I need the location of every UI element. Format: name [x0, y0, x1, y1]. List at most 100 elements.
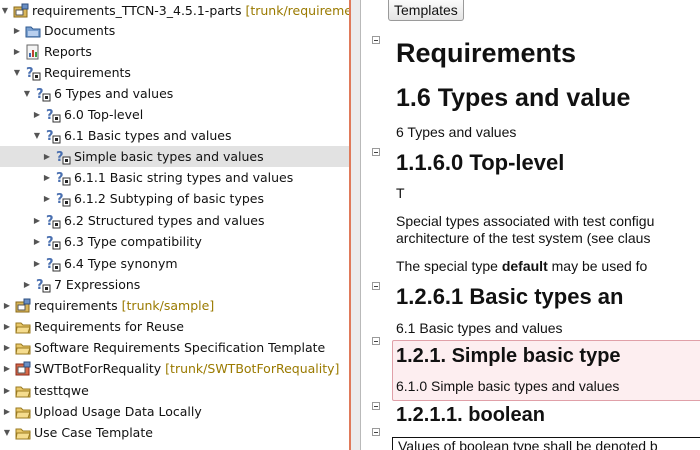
expand-arrow-icon[interactable]: ▶ [32, 253, 42, 274]
tree-item-label: requirements [34, 298, 118, 313]
tree-item-expressions[interactable]: ▶ ? 7 Expressions [0, 274, 351, 295]
expand-arrow-icon[interactable]: ▶ [12, 41, 22, 62]
requirement-icon: ? [45, 128, 61, 144]
tree-item-label: 6.0 Top-level [64, 107, 144, 122]
document-title: Requirements [396, 38, 577, 68]
expand-arrow-icon[interactable]: ▶ [42, 146, 52, 167]
tree-item-type-synonym[interactable]: ▶ ? 6.4 Type synonym [0, 253, 351, 274]
requirement-icon: ? [25, 65, 41, 81]
fold-toggle-icon[interactable] [372, 428, 380, 436]
heading-boolean: 1.2.1.1. boolean [396, 404, 545, 426]
folder-icon [25, 23, 41, 39]
collapse-arrow-icon[interactable]: ▼ [22, 83, 32, 104]
fold-toggle-icon[interactable] [372, 337, 380, 345]
svn-decorator: [trunk/sample] [121, 298, 215, 313]
tree-item-subtyping[interactable]: ▶ ? 6.1.2 Subtyping of basic types [0, 188, 351, 209]
tree-item-project-requirements[interactable]: ▶ requirements [trunk/sample] [0, 295, 351, 316]
expand-arrow-icon[interactable]: ▼ [0, 0, 10, 21]
expand-arrow-icon[interactable]: ▶ [32, 210, 42, 231]
panel-sash[interactable] [351, 0, 360, 450]
svg-text:?: ? [36, 87, 44, 102]
tree-item-label: Documents [44, 23, 116, 38]
collapse-arrow-icon[interactable]: ▼ [32, 125, 42, 146]
tree-item-reports[interactable]: ▶ Reports [0, 41, 351, 62]
svg-text:?: ? [46, 129, 54, 144]
fold-toggle-icon[interactable] [372, 148, 380, 156]
project-tree[interactable]: ▼ requirements_TTCN-3_4.5.1-parts [trunk… [0, 0, 351, 450]
tree-item-requirements[interactable]: ▼ ? Requirements [0, 62, 351, 83]
expand-arrow-icon[interactable]: ▶ [2, 401, 12, 422]
expand-arrow-icon[interactable]: ▶ [32, 104, 42, 125]
tree-item-basic-types[interactable]: ▼ ? 6.1 Basic types and values [0, 125, 351, 146]
tree-item-srs-template[interactable]: ▶ Software Requirements Specification Te… [0, 337, 351, 358]
expand-arrow-icon[interactable]: ▶ [42, 167, 52, 188]
tree-item-testtqwe[interactable]: ▶ testtqwe [0, 380, 351, 401]
svg-text:?: ? [46, 214, 54, 229]
tree-item-requirements-for-reuse[interactable]: ▶ Requirements for Reuse [0, 316, 351, 337]
tree-item-structured-types[interactable]: ▶ ? 6.2 Structured types and values [0, 210, 351, 231]
heading-types-and-values: 1.6 Types and value [396, 84, 631, 112]
collapse-arrow-icon[interactable]: ▼ [2, 422, 12, 443]
tree-item-label: 6.1 Basic types and values [64, 128, 232, 143]
tree-item-upload-usage-data[interactable]: ▶ Upload Usage Data Locally [0, 401, 351, 422]
tree-item-basic-string-types[interactable]: ▶ ? 6.1.1 Basic string types and values [0, 167, 351, 188]
expand-arrow-icon[interactable]: ▶ [32, 231, 42, 252]
templates-button[interactable]: Templates [388, 0, 464, 21]
tree-item-label: Requirements for Reuse [34, 319, 184, 334]
top-level-text: T [396, 185, 405, 201]
folder-icon [15, 425, 31, 441]
expand-arrow-icon[interactable]: ▶ [22, 274, 32, 295]
svg-text:?: ? [56, 171, 64, 186]
tree-item-type-compatibility[interactable]: ▶ ? 6.3 Type compatibility [0, 231, 351, 252]
tree-item-label: 6.2 Structured types and values [64, 213, 265, 228]
tree-item-label: Requirements [44, 65, 131, 80]
folder-icon [15, 404, 31, 420]
tree-item-documents[interactable]: ▶ Documents [0, 20, 351, 41]
expand-arrow-icon[interactable]: ▶ [42, 188, 52, 209]
fold-toggle-icon[interactable] [372, 36, 380, 44]
fold-toggle-icon[interactable] [372, 282, 380, 290]
folder-icon [15, 319, 31, 335]
fold-toggle-icon[interactable] [372, 402, 380, 410]
expand-arrow-icon[interactable]: ▶ [2, 358, 12, 379]
tree-item-label: 6.3 Type compatibility [64, 234, 202, 249]
requirement-icon: ? [45, 107, 61, 123]
tree-item-types-and-values[interactable]: ▼ ? 6 Types and values [0, 83, 351, 104]
tree-item-label: Use Case Template [34, 425, 153, 440]
requirement-icon: ? [55, 170, 71, 186]
requirement-icon: ? [45, 213, 61, 229]
expand-arrow-icon[interactable]: ▶ [2, 337, 12, 358]
tree-item-label: Software Requirements Specification Temp… [34, 340, 326, 355]
expand-arrow-icon[interactable]: ▶ [2, 316, 12, 337]
collapse-arrow-icon[interactable]: ▼ [12, 62, 22, 83]
expand-arrow-icon[interactable]: ▶ [2, 380, 12, 401]
boolean-paragraph: Values of boolean type shall be denoted … [398, 438, 658, 450]
expand-arrow-icon[interactable]: ▶ [2, 295, 12, 316]
project-icon [15, 298, 31, 314]
tree-item-label: 7 Expressions [54, 277, 141, 292]
svg-text:?: ? [46, 108, 54, 123]
tree-item-project-ttcn3[interactable]: ▼ requirements_TTCN-3_4.5.1-parts [trunk… [0, 0, 351, 21]
heading-simple-basic-types: 1.2.1. Simple basic type [396, 345, 621, 367]
expand-arrow-icon[interactable]: ▶ [12, 20, 22, 41]
tree-item-label: Reports [44, 44, 92, 59]
default-keyword: default [501, 258, 548, 274]
svg-text:?: ? [26, 66, 34, 81]
basic-types-description: 6.1 Basic types and values [396, 320, 563, 336]
requirement-icon: ? [45, 256, 61, 272]
svg-text:?: ? [46, 257, 54, 272]
svg-text:?: ? [46, 235, 54, 250]
tree-item-use-case-template[interactable]: ▼ Use Case Template [0, 422, 351, 443]
project-icon [13, 3, 29, 19]
default-text-after: may be used fo [547, 258, 648, 274]
folder-icon [15, 340, 31, 356]
tree-item-simple-basic-types[interactable]: ▶ ? Simple basic types and values [0, 146, 351, 167]
document-editor[interactable]: Templates Requirements 1.6 Types and val… [361, 0, 700, 450]
tree-item-top-level[interactable]: ▶ ? 6.0 Top-level [0, 104, 351, 125]
tree-item-label: Upload Usage Data Locally [34, 404, 202, 419]
requirement-icon: ? [55, 191, 71, 207]
tree-item-label: SWTBotForRequality [34, 361, 162, 376]
project-icon [15, 361, 31, 377]
tree-item-swtbot[interactable]: ▶ SWTBotForRequality [trunk/SWTBotForReq… [0, 358, 351, 379]
requirement-icon: ? [55, 149, 71, 165]
